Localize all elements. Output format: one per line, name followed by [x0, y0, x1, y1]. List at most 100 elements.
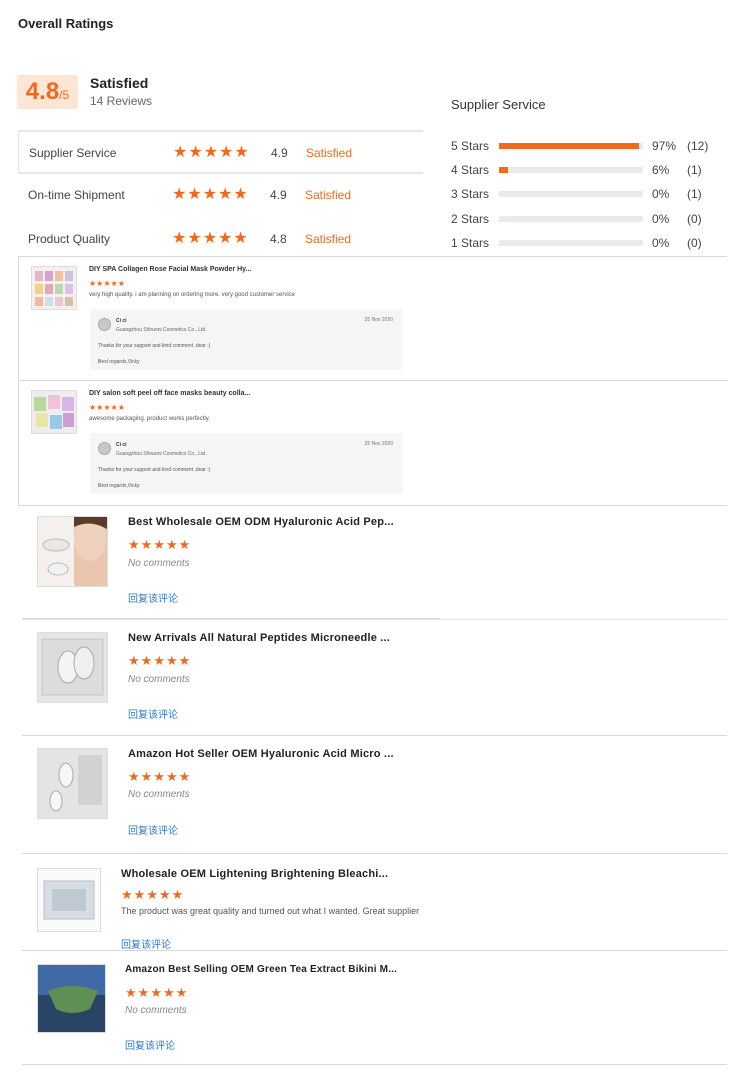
- rating-bar-row[interactable]: 1 Stars 0% (0): [451, 236, 721, 250]
- rating-bar-row[interactable]: 3 Stars 0% (1): [451, 187, 721, 201]
- star-icon: ★: [89, 279, 97, 288]
- avatar: [98, 318, 111, 331]
- divider: [18, 505, 727, 506]
- review-product-title[interactable]: DIY SPA Collagen Rose Facial Mask Powder…: [89, 266, 251, 273]
- rating-bar-row[interactable]: 4 Stars 6% (1): [451, 163, 721, 177]
- review-product-title[interactable]: Wholesale OEM Lightening Brightening Ble…: [121, 868, 388, 880]
- rating-bar-count: (1): [687, 187, 702, 201]
- category-status: Satisfied: [305, 232, 352, 246]
- rating-bar-count: (0): [687, 212, 702, 226]
- rating-bar-track: [499, 167, 643, 173]
- star-icon: ★: [178, 769, 191, 784]
- product-image: [34, 395, 74, 429]
- overall-score: 4.8: [25, 78, 60, 105]
- star-icon: ★: [96, 279, 104, 288]
- rating-bar-label: 2 Stars: [451, 212, 490, 226]
- product-thumbnail[interactable]: [37, 748, 108, 819]
- review-product-title[interactable]: Best Wholesale OEM ODM Hyaluronic Acid P…: [128, 516, 394, 528]
- review-product-title[interactable]: Amazon Best Selling OEM Green Tea Extrac…: [125, 964, 397, 975]
- star-icon: ★: [233, 230, 248, 247]
- category-stars: ★ ★ ★ ★ ★: [172, 187, 248, 203]
- review-stars: ★ ★ ★ ★ ★: [89, 280, 125, 288]
- star-icon: ★: [110, 279, 118, 288]
- category-row-on-time-shipment[interactable]: On-time Shipment ★ ★ ★ ★ ★ 4.9 Satisfied: [18, 174, 423, 216]
- reply-date: 25 Nov 2020: [364, 317, 393, 323]
- star-icon: ★: [110, 403, 118, 412]
- reply-message: Thanks for your support and kind comment…: [98, 467, 211, 473]
- reply-author: Ci ci: [116, 442, 127, 448]
- review-stars: ★ ★ ★ ★ ★: [125, 986, 187, 999]
- star-icon: ★: [175, 985, 188, 1000]
- rating-bar-fill: [499, 143, 639, 149]
- reply-review-link[interactable]: 回复该评论: [125, 1037, 175, 1052]
- product-thumbnail[interactable]: [37, 964, 106, 1033]
- rating-bar-percent: 0%: [652, 212, 670, 226]
- review-stars: ★ ★ ★ ★ ★: [89, 404, 125, 412]
- star-icon: ★: [219, 144, 234, 161]
- category-row-product-quality[interactable]: Product Quality ★ ★ ★ ★ ★ 4.8 Satisfied: [18, 218, 423, 260]
- star-icon: ★: [153, 769, 165, 784]
- product-thumbnail[interactable]: [37, 868, 101, 932]
- star-icon: ★: [165, 769, 178, 784]
- product-thumbnail[interactable]: [37, 516, 108, 587]
- product-image: [42, 517, 107, 586]
- divider: [22, 735, 727, 736]
- star-icon: ★: [178, 537, 191, 552]
- rating-bar-label: 1 Stars: [451, 236, 490, 250]
- product-image: [49, 755, 102, 812]
- rating-bar-fill: [499, 167, 508, 173]
- star-icon: ★: [96, 403, 104, 412]
- star-icon: ★: [133, 887, 146, 902]
- star-icon: ★: [202, 230, 218, 247]
- rating-bar-row[interactable]: 5 Stars 97% (12): [451, 139, 721, 153]
- review-product-title[interactable]: DIY salon soft peel off face masks beaut…: [89, 390, 250, 397]
- review-text: very high quality. i am planning on orde…: [89, 292, 295, 298]
- divider: [22, 853, 727, 854]
- review-text: No comments: [125, 1005, 187, 1016]
- rating-bar-percent: 0%: [652, 236, 670, 250]
- rating-bar-track: [499, 240, 643, 246]
- rating-bar-label: 4 Stars: [451, 163, 490, 177]
- review-text: The product was great quality and turned…: [121, 906, 420, 916]
- product-thumbnail[interactable]: [31, 390, 77, 434]
- category-score: 4.9: [270, 188, 287, 202]
- breakdown-title: Supplier Service: [451, 97, 546, 112]
- rating-bar-count: (1): [687, 163, 702, 177]
- product-image: [41, 638, 104, 696]
- star-icon: ★: [165, 653, 178, 668]
- star-icon: ★: [140, 653, 153, 668]
- product-image: [43, 880, 95, 920]
- review-stars: ★ ★ ★ ★ ★: [121, 888, 183, 901]
- reply-review-link[interactable]: 回复该评论: [128, 822, 178, 837]
- star-icon: ★: [140, 769, 153, 784]
- star-icon: ★: [117, 403, 125, 412]
- page-title: Overall Ratings: [18, 16, 114, 31]
- divider: [18, 256, 19, 506]
- rating-bar-row[interactable]: 2 Stars 0% (0): [451, 212, 721, 226]
- product-thumbnail[interactable]: [37, 632, 108, 703]
- star-icon: ★: [153, 537, 165, 552]
- star-icon: ★: [146, 887, 158, 902]
- star-icon: ★: [158, 887, 171, 902]
- star-icon: ★: [153, 653, 165, 668]
- overall-status: Satisfied: [90, 75, 149, 91]
- product-image: [38, 965, 105, 1032]
- star-icon: ★: [172, 230, 187, 247]
- review-product-title[interactable]: New Arrivals All Natural Peptides Micron…: [128, 632, 390, 644]
- reply-review-link[interactable]: 回复该评论: [128, 590, 178, 605]
- rating-bar-percent: 0%: [652, 187, 670, 201]
- reply-message: Thanks for your support and kind comment…: [98, 343, 211, 349]
- product-thumbnail[interactable]: [31, 266, 77, 310]
- star-icon: ★: [137, 985, 150, 1000]
- category-row-supplier-service[interactable]: Supplier Service ★ ★ ★ ★ ★ 4.9 Satisfied: [18, 131, 423, 173]
- category-stars: ★ ★ ★ ★ ★: [173, 145, 249, 161]
- reply-review-link[interactable]: 回复该评论: [128, 706, 178, 721]
- star-icon: ★: [203, 144, 219, 161]
- product-image: [35, 271, 73, 306]
- reply-review-link[interactable]: 回复该评论: [121, 936, 171, 951]
- star-icon: ★: [117, 279, 125, 288]
- category-label: On-time Shipment: [28, 188, 125, 202]
- overall-score-badge: 4.8 /5: [17, 75, 78, 109]
- review-product-title[interactable]: Amazon Hot Seller OEM Hyaluronic Acid Mi…: [128, 748, 394, 760]
- reply-author: Ci ci: [116, 318, 127, 324]
